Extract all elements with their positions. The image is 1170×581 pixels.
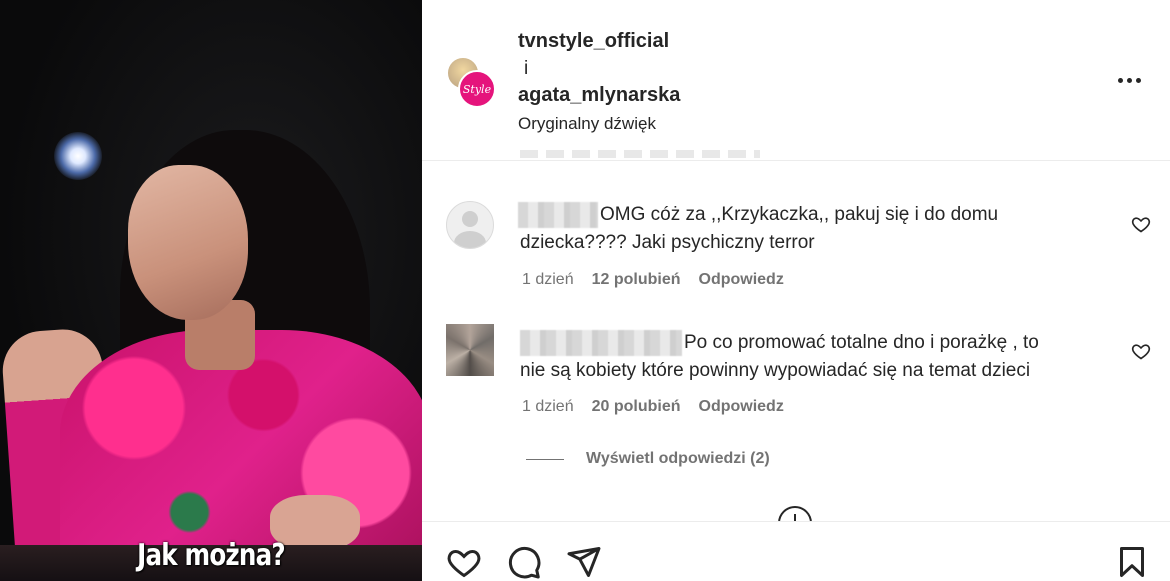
heart-icon[interactable]: [1130, 214, 1152, 234]
comment-likes[interactable]: 12 polubień: [592, 271, 681, 289]
heart-icon[interactable]: [446, 544, 482, 580]
post-panel: Style tvnstyle_official i agata_mlynarsk…: [422, 0, 1170, 581]
replies-divider: [526, 458, 564, 460]
comment-likes[interactable]: 20 polubień: [592, 398, 681, 416]
default-avatar-icon[interactable]: [446, 201, 494, 249]
blurred-username: [520, 330, 682, 356]
blurred-username: [518, 202, 598, 228]
comment-time[interactable]: 1 dzień: [522, 271, 574, 289]
reply-button[interactable]: Odpowiedz: [699, 398, 784, 416]
comment-time[interactable]: 1 dzień: [522, 398, 574, 416]
reply-button[interactable]: Odpowiedz: [699, 271, 784, 289]
video-caption: Jak można?: [137, 538, 286, 573]
username-secondary[interactable]: agata_mlynarska: [518, 84, 680, 107]
user-avatar[interactable]: [446, 324, 494, 376]
more-options-icon[interactable]: [1112, 66, 1146, 94]
person-face: [128, 165, 248, 320]
comment-text-cont: dziecka???? Jaki psychiczny terror: [520, 232, 815, 253]
collab-avatar[interactable]: Style: [446, 56, 496, 108]
comment-text: OMG cóż za ,,Krzykaczka,, pakuj się i do…: [600, 204, 999, 225]
share-icon[interactable]: [566, 544, 602, 580]
username-primary[interactable]: tvnstyle_official: [518, 30, 669, 53]
comment-text-cont: nie są kobiety które powinny wypowiadać …: [520, 360, 1031, 381]
avatar-primary: Style: [458, 70, 496, 108]
comment-icon[interactable]: [506, 544, 542, 580]
collab-connector: i: [524, 58, 529, 79]
comment-text: Po co promować totalne dno i porażkę , t…: [684, 332, 1039, 353]
video-player[interactable]: Jak można?: [0, 0, 422, 581]
view-replies-label: Wyświetl odpowiedzi (2): [586, 450, 770, 467]
bookmark-icon[interactable]: [1114, 544, 1150, 580]
comment-meta: 1 dzień 12 polubień Odpowiedz: [522, 271, 784, 289]
view-replies-button[interactable]: Wyświetl odpowiedzi (2): [526, 450, 770, 468]
scrolled-text-fragment: [520, 150, 760, 158]
audio-label[interactable]: Oryginalny dźwięk: [518, 114, 656, 134]
action-bar: [422, 521, 1170, 581]
heart-icon[interactable]: [1130, 341, 1152, 361]
comment-meta: 1 dzień 20 polubień Odpowiedz: [522, 398, 784, 416]
post-header: Style tvnstyle_official i agata_mlynarsk…: [422, 0, 1170, 161]
studio-lamp: [46, 128, 110, 184]
